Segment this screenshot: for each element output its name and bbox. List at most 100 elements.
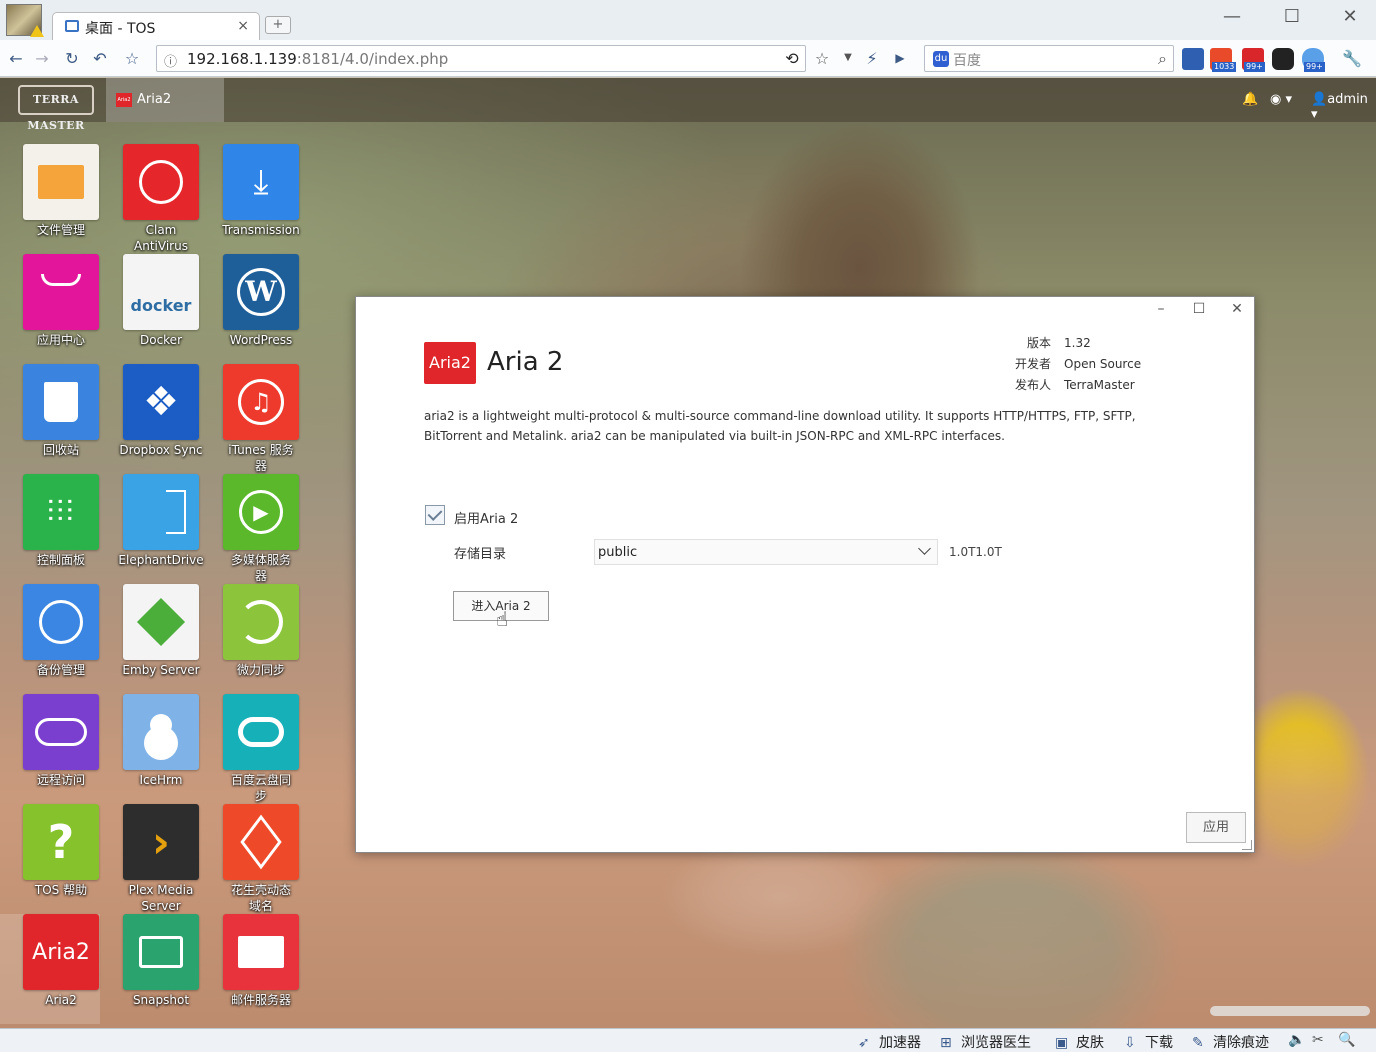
clock-icon [23, 584, 99, 660]
desktop-app-help[interactable]: ? TOS 帮助 [0, 804, 100, 914]
page-info-icon[interactable]: ⓘ [164, 51, 177, 70]
favorite-star-icon[interactable]: ☆ [122, 49, 142, 68]
desktop-app-clamav[interactable]: Clam AntiVirus [100, 144, 200, 254]
back-icon[interactable]: ← [6, 49, 26, 68]
dropbox-icon: ❖ [123, 364, 199, 440]
taskbar-app-label: Aria2 [137, 92, 172, 107]
enable-aria2-checkbox[interactable] [425, 505, 445, 525]
address-bar[interactable]: ⓘ 192.168.1.139:8181/4.0/index.php [156, 45, 806, 72]
mail-badge: 99+ [1244, 62, 1265, 72]
tools-wrench-icon[interactable]: 🔧 [1342, 49, 1362, 68]
status-skin[interactable]: ▣ 皮肤 [1055, 1032, 1104, 1052]
lightning-icon[interactable]: ⚡ [862, 49, 882, 68]
desktop-app-dropbox[interactable]: ❖ Dropbox Sync [100, 364, 203, 474]
aria2-app-window: – ☐ ✕ Aria2 Aria 2 版本 1.32 开发者 Open Source… [355, 296, 1255, 853]
volume-icon[interactable]: 🔈 [1288, 1032, 1305, 1048]
desktop-app-box[interactable]: 花生壳动态 域名 [200, 804, 300, 914]
desktop-app-cloud[interactable]: 远程访问 [0, 694, 100, 804]
broom-icon: ✎ [1192, 1035, 1204, 1051]
desktop-app-label: 百度云盘同 步 [230, 773, 291, 803]
browser-navbar: ← → ↻ ↶ ☆ ⓘ 192.168.1.139:8181/4.0/index… [0, 40, 1376, 77]
taskbar-app-aria2[interactable]: Aria2 Aria2 [106, 78, 224, 122]
refresh-icon[interactable]: ↻ [62, 49, 82, 68]
terramaster-logo[interactable]: TERRA MASTER [18, 85, 94, 132]
desktop-app-docker[interactable]: docker Docker [100, 254, 200, 364]
docker-icon: docker [123, 254, 199, 330]
weibo-badge: 1033 [1212, 62, 1237, 72]
apps-grid-icon[interactable] [1182, 48, 1204, 70]
mail-ext-icon[interactable]: 99+ [1242, 48, 1265, 72]
ghost-ext-icon[interactable] [1272, 48, 1294, 70]
window-close-button[interactable]: ✕ [1330, 6, 1370, 27]
storage-dir-label: 存储目录 [454, 547, 507, 562]
desktop-app-person[interactable]: IceHrm [100, 694, 200, 804]
skin-icon: ▣ [1055, 1035, 1069, 1051]
desktop-app-plex[interactable]: › Plex Media Server [100, 804, 200, 914]
warning-icon [30, 25, 44, 37]
window-minimize-button[interactable]: — [1212, 6, 1252, 27]
storage-dir-select[interactable]: public [594, 539, 938, 565]
user-avatar-icon[interactable] [6, 4, 44, 37]
cloud-ext-icon[interactable]: 99+ [1302, 48, 1325, 72]
forward-arrow-icon[interactable]: ▶ [890, 51, 910, 65]
baidu-cloud-icon [223, 694, 299, 770]
desktop-app-sync[interactable]: 微力同步 [200, 584, 300, 694]
user-menu[interactable]: 👤admin ▾ [1311, 92, 1376, 122]
status-doctor[interactable]: ⊞ 浏览器医生 [940, 1032, 1031, 1052]
url-path: :8181/4.0/index.php [296, 50, 449, 68]
apply-button[interactable]: 应用 [1186, 812, 1246, 843]
help-icon: ? [23, 804, 99, 880]
status-clear[interactable]: ✎ 清除痕迹 [1192, 1032, 1269, 1052]
desktop-app-music[interactable]: ♫ iTunes 服务 器 [200, 364, 300, 474]
undo-icon[interactable]: ↶ [90, 49, 110, 68]
desktop-app-clock[interactable]: 备份管理 [0, 584, 100, 694]
desktop-app-sliders[interactable]: ⫶⫶⫶ 控制面板 [0, 474, 100, 584]
desktop-app-label: Transmission [222, 223, 300, 237]
desktop-app-baidu-cloud[interactable]: 百度云盘同 步 [200, 694, 300, 804]
bell-icon[interactable]: 🔔 [1242, 92, 1258, 107]
desktop-app-play[interactable]: ▶ 多媒体服务 器 [200, 474, 300, 584]
desktop-app-download[interactable]: ⤓ Transmission [200, 144, 300, 254]
storage-capacity: 1.0T1.0T [949, 545, 1002, 559]
status-download[interactable]: ⇩ 下载 [1124, 1032, 1173, 1052]
desktop-app-mail[interactable]: 邮件服务器 [200, 914, 300, 1024]
dialog-close-button[interactable]: ✕ [1227, 301, 1247, 317]
music-icon: ♫ [223, 364, 299, 440]
tab-title: 桌面 - TOS [85, 21, 156, 37]
bookmark-star-icon[interactable]: ☆ [812, 49, 832, 68]
desktop-app-snapshot[interactable]: Snapshot [100, 914, 200, 1024]
compat-mode-icon[interactable]: ⟲ [782, 49, 802, 68]
desktop-app-bag[interactable]: 应用中心 [0, 254, 100, 364]
weibo-icon[interactable]: 1033 [1210, 48, 1237, 72]
search-icon[interactable]: ⌕ [1158, 49, 1167, 69]
globe-icon[interactable]: ◉ ▾ [1270, 92, 1292, 107]
screenshot-icon[interactable]: ✂ [1312, 1032, 1324, 1048]
new-tab-button[interactable]: + [265, 16, 291, 34]
window-maximize-button[interactable]: ☐ [1272, 6, 1312, 27]
app-meta: 版本 1.32 开发者 Open Source 发布人 TerraMaster [1006, 333, 1141, 396]
baidu-paw-icon: du [933, 51, 949, 67]
dropdown-arrow-icon[interactable]: ▼ [838, 52, 858, 63]
desktop-app-emby[interactable]: Emby Server [100, 584, 200, 694]
desktop-app-wordpress[interactable]: W WordPress [200, 254, 300, 364]
tab-close-icon[interactable]: × [237, 18, 249, 34]
desktop-app-label: 微力同步 [236, 663, 285, 677]
desktop-app-aria2[interactable]: Aria2 Aria2 [0, 914, 100, 1024]
desktop-app-label: iTunes 服务 器 [228, 443, 294, 473]
desktop-app-label: 邮件服务器 [230, 993, 291, 1007]
search-box[interactable]: du 百度 ⌕ [924, 45, 1174, 72]
search-placeholder: 百度 [953, 53, 981, 69]
zoom-icon[interactable]: 🔍 [1338, 1032, 1355, 1048]
forward-icon[interactable]: → [32, 49, 52, 68]
aria2-icon: Aria2 [23, 914, 99, 990]
hand-cursor-icon: ☝ [496, 607, 509, 631]
dialog-maximize-button[interactable]: ☐ [1189, 301, 1209, 317]
desktop-app-recycle-bin[interactable]: 回收站 [0, 364, 100, 474]
status-accelerator[interactable]: ➶ 加速器 [858, 1032, 921, 1052]
browser-tab[interactable]: 桌面 - TOS × [52, 12, 260, 40]
dialog-minimize-button[interactable]: – [1151, 301, 1171, 317]
desktop-scrollbar[interactable] [1210, 1006, 1370, 1016]
desktop-app-elephantdrive[interactable]: ElephantDrive [100, 474, 204, 584]
desktop-app-folder[interactable]: 文件管理 [0, 144, 100, 254]
resize-grip-icon[interactable] [1242, 840, 1252, 850]
